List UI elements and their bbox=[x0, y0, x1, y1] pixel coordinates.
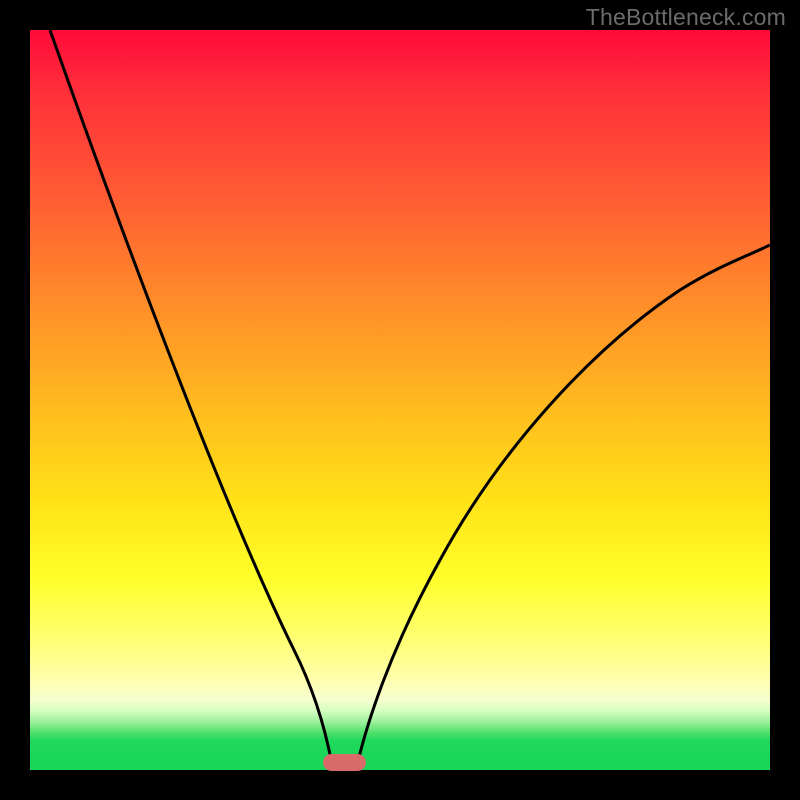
curve-left-branch bbox=[50, 30, 333, 770]
bottleneck-curve bbox=[30, 30, 770, 770]
curve-right-branch bbox=[356, 245, 770, 770]
chart-frame: TheBottleneck.com bbox=[0, 0, 800, 800]
optimal-marker bbox=[323, 754, 366, 771]
watermark-text: TheBottleneck.com bbox=[586, 4, 786, 31]
plot-area bbox=[30, 30, 770, 770]
